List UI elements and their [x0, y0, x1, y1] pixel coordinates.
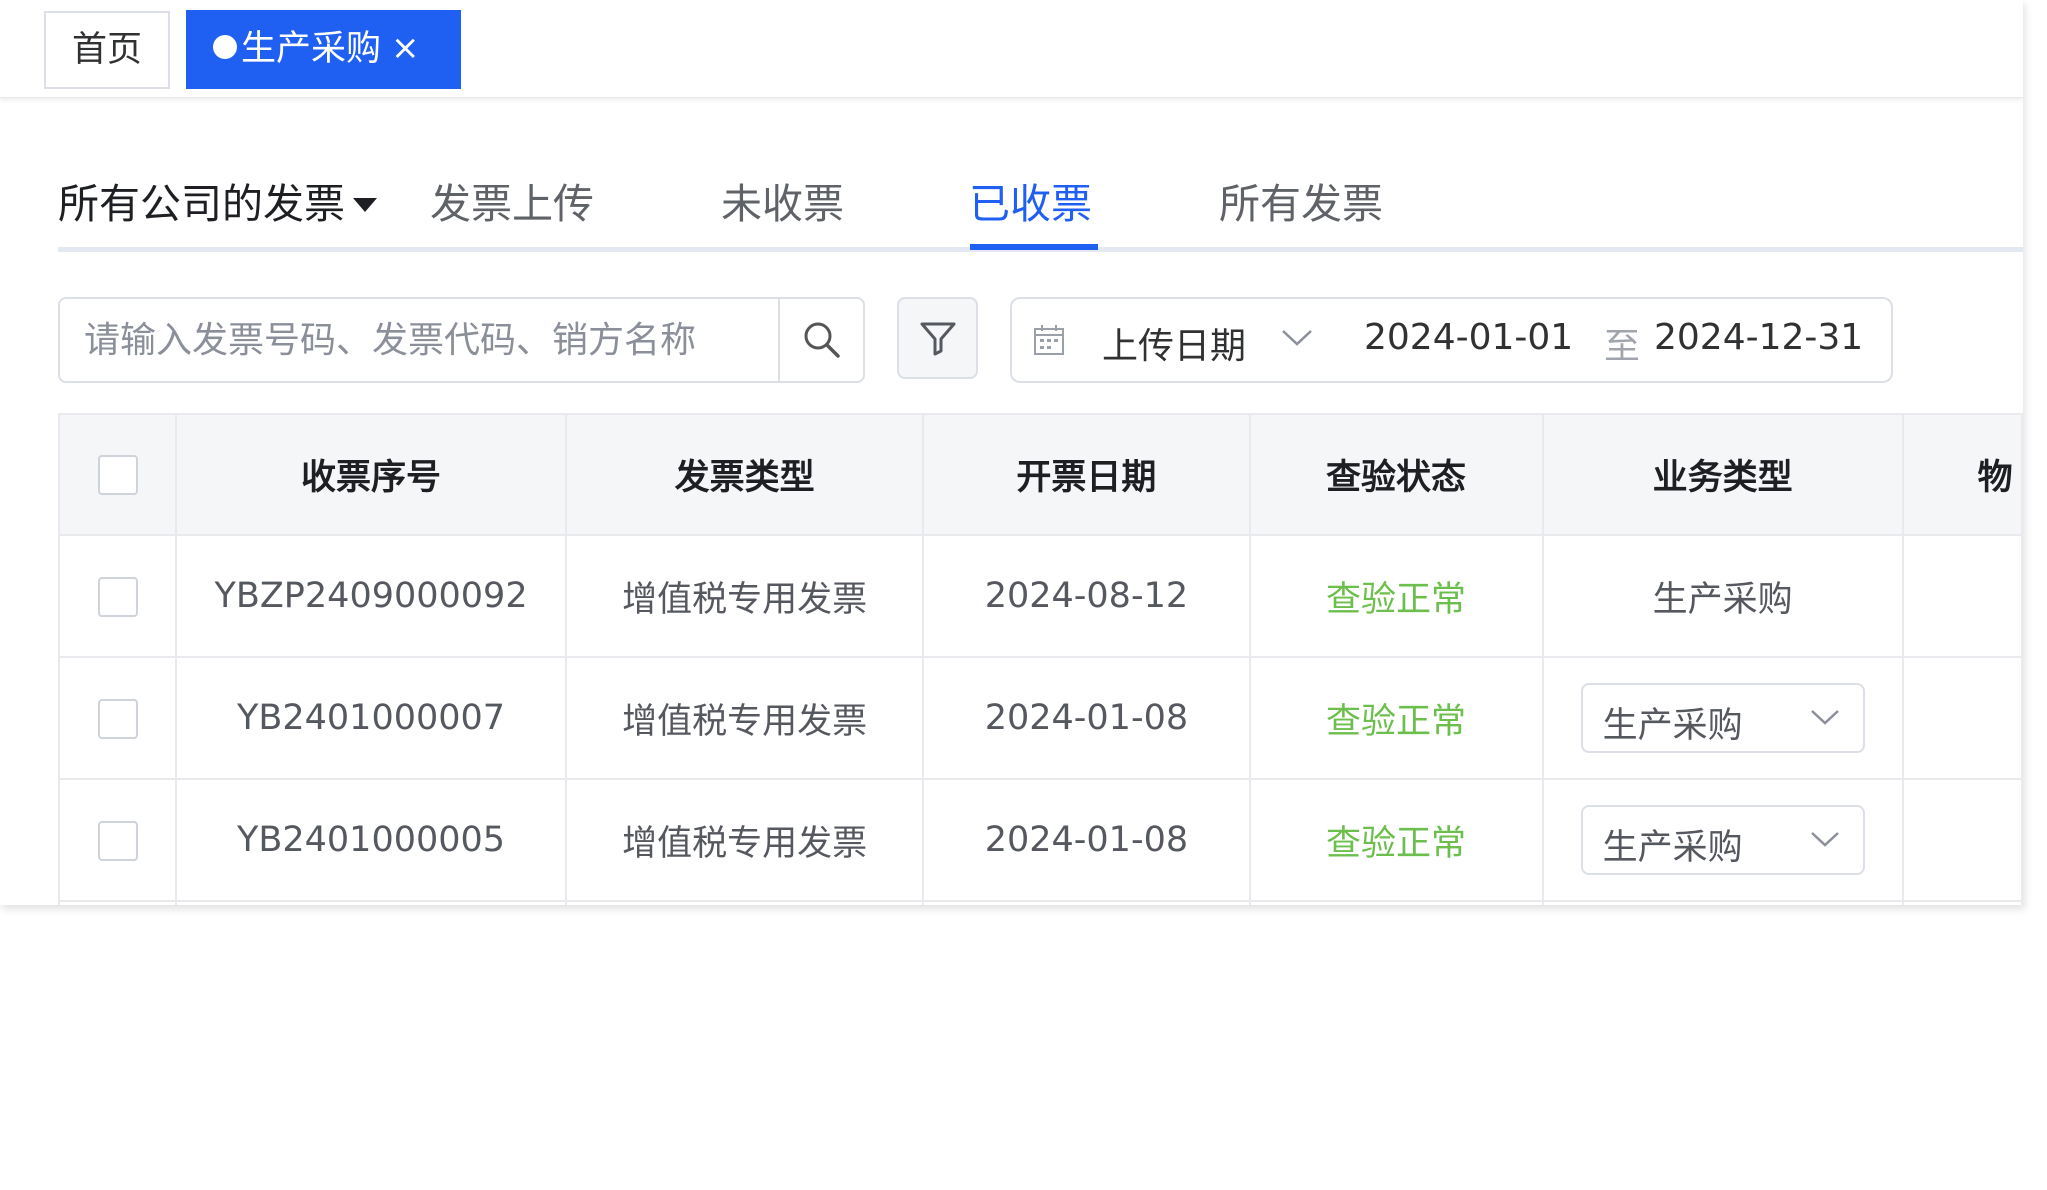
invoice-table: 收票序号 发票类型 开票日期 查验状态 业务类型 物 YBZP240900009… [58, 413, 2023, 905]
row-checkbox[interactable] [97, 576, 138, 617]
page-card: 首页 生产采购 × 所有公司的发票 发票上传 未收票 已收票 所有发票 请输入发… [0, 0, 2023, 905]
company-selector[interactable]: 所有公司的发票 [58, 170, 377, 230]
calendar-icon [1034, 325, 1064, 355]
date-field-select[interactable]: 上传日期 [1102, 317, 1246, 369]
business-type-select[interactable]: 生产采购 [1580, 805, 1865, 875]
search-button[interactable] [778, 299, 863, 381]
chevron-down-icon [1810, 710, 1839, 725]
date-range-picker[interactable]: 上传日期 2024-01-01 至 2024-12-31 [1010, 297, 1893, 383]
row-checkbox[interactable] [97, 698, 138, 739]
business-type-select[interactable]: 生产采购 [1580, 683, 1865, 753]
verify-status-cell: 查验正常 [1249, 657, 1544, 780]
partial-cell [1902, 901, 2023, 905]
search-box [58, 297, 865, 383]
business-type-select-value: 生产采购 [1602, 706, 1743, 746]
active-tab-indicator [970, 244, 1098, 250]
business-type-cell: 生产采购 [1542, 779, 1904, 902]
truncated-cell [1902, 779, 2023, 902]
partial-cell [566, 901, 925, 905]
chevron-down-icon[interactable] [1280, 327, 1314, 349]
column-header-receipt-no[interactable]: 收票序号 [176, 415, 568, 536]
filter-button[interactable] [897, 297, 978, 379]
verify-status-cell: 查验正常 [1249, 535, 1544, 658]
invoice-subnav: 所有公司的发票 发票上传 未收票 已收票 所有发票 [58, 160, 2023, 252]
truncated-cell [1902, 657, 2023, 780]
search-input[interactable] [82, 299, 772, 381]
partial-cell [1249, 901, 1544, 905]
invoice-date-cell: 2024-01-08 [923, 779, 1251, 902]
row-select-cell [60, 779, 178, 902]
partial-cell [923, 901, 1251, 905]
row-select-cell [60, 901, 178, 905]
caret-down-icon [353, 198, 377, 212]
tab-all-invoices[interactable]: 所有发票 [1219, 170, 1383, 230]
invoice-date-cell: 2024-08-12 [923, 535, 1251, 658]
row-checkbox[interactable] [97, 820, 138, 861]
column-header-invoice-type[interactable]: 发票类型 [566, 415, 925, 536]
tab-strip: 首页 生产采购 × [0, 0, 2023, 98]
receipt-no-cell: YB2401000007 [176, 657, 568, 780]
table-row-partial [60, 901, 2023, 905]
date-end[interactable]: 2024-12-31 [1654, 317, 1863, 358]
invoice-date-cell: 2024-01-08 [923, 657, 1251, 780]
company-selector-label: 所有公司的发票 [58, 180, 345, 228]
partial-cell [1542, 901, 1904, 905]
column-header-truncated[interactable]: 物 [1902, 415, 2023, 536]
table-row[interactable]: YB2401000005 增值税专用发票 2024-01-08 查验正常 生产采… [60, 779, 2023, 902]
date-separator: 至 [1604, 326, 1641, 367]
column-header-invoice-date[interactable]: 开票日期 [923, 415, 1251, 536]
row-select-cell [60, 535, 178, 658]
header-select-all-cell [60, 415, 178, 536]
tab-home[interactable]: 首页 [44, 11, 170, 89]
tab-received[interactable]: 已收票 [969, 170, 1092, 230]
tab-production-purchase-label: 生产采购 [241, 29, 382, 69]
chevron-down-icon [1810, 832, 1839, 847]
column-header-business-type[interactable]: 业务类型 [1542, 415, 1904, 536]
partial-cell [176, 901, 568, 905]
active-dot-icon [213, 35, 237, 59]
row-select-cell [60, 657, 178, 780]
date-start[interactable]: 2024-01-01 [1364, 317, 1573, 358]
column-header-verify-status[interactable]: 查验状态 [1249, 415, 1544, 536]
close-icon[interactable]: × [391, 9, 420, 88]
truncated-cell [1902, 535, 2023, 658]
filter-icon [920, 322, 955, 356]
business-type-cell: 生产采购 [1542, 535, 1904, 658]
select-all-checkbox[interactable] [97, 455, 138, 495]
business-type-cell: 生产采购 [1542, 657, 1904, 780]
invoice-type-cell: 增值税专用发票 [566, 657, 925, 780]
search-icon [804, 322, 840, 358]
receipt-no-cell: YB2401000005 [176, 779, 568, 902]
receipt-no-cell: YBZP2409000092 [176, 535, 568, 658]
invoice-type-cell: 增值税专用发票 [566, 535, 925, 658]
tab-unreceived[interactable]: 未收票 [721, 170, 844, 230]
tab-production-purchase[interactable]: 生产采购 × [186, 10, 461, 89]
table-row[interactable]: YBZP2409000092 增值税专用发票 2024-08-12 查验正常 生… [60, 535, 2023, 658]
tab-invoice-upload[interactable]: 发票上传 [430, 170, 594, 230]
business-type-select-value: 生产采购 [1602, 828, 1743, 868]
table-header-row: 收票序号 发票类型 开票日期 查验状态 业务类型 物 [60, 415, 2023, 536]
table-row[interactable]: YB2401000007 增值税专用发票 2024-01-08 查验正常 生产采… [60, 657, 2023, 780]
verify-status-cell: 查验正常 [1249, 779, 1544, 902]
invoice-type-cell: 增值税专用发票 [566, 779, 925, 902]
